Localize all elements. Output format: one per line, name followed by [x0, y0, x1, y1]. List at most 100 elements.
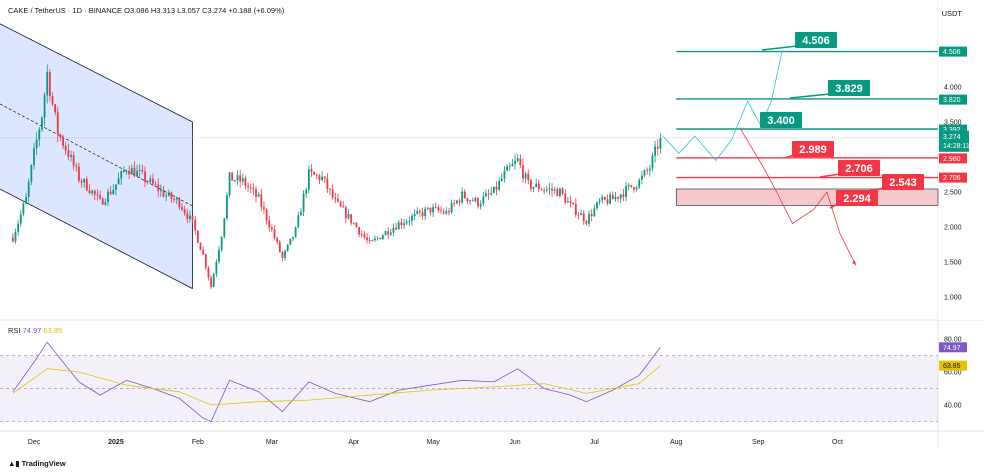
- candle-body: [434, 207, 437, 208]
- candle-body: [429, 207, 432, 213]
- candle-body: [358, 227, 360, 235]
- candle-body: [130, 167, 133, 175]
- candle-body: [548, 188, 551, 190]
- candle-body: [426, 207, 429, 209]
- candle-body: [543, 189, 545, 191]
- axis-level-tag: 2.706: [943, 175, 961, 182]
- rsi-ma-value: 63.85: [43, 326, 63, 335]
- candle-body: [445, 211, 448, 214]
- candle-body: [199, 242, 202, 250]
- candle-body: [545, 189, 548, 190]
- candle-body: [70, 155, 72, 157]
- rsi-label: RSI: [8, 326, 21, 335]
- candle-body: [22, 203, 25, 215]
- candle-body: [553, 189, 556, 191]
- tradingview-logo: ▲▮ TradingView: [8, 459, 66, 468]
- candle-body: [273, 229, 276, 238]
- candle-body: [122, 170, 125, 172]
- brand-text: TradingView: [21, 459, 66, 468]
- candle-body: [461, 191, 464, 203]
- candle-body: [392, 227, 395, 233]
- candle-body: [590, 214, 593, 217]
- candle-body: [286, 244, 289, 251]
- candle-body: [598, 200, 601, 203]
- candle-body: [149, 178, 152, 182]
- resistance-label: 3.829: [835, 83, 863, 95]
- candle-body: [416, 211, 419, 214]
- candle-body: [241, 178, 244, 182]
- candle-body: [30, 165, 33, 182]
- candle-body: [503, 170, 506, 179]
- time-axis-tick: Dec: [28, 439, 41, 446]
- candle-body: [559, 188, 561, 197]
- candle-body: [654, 146, 657, 156]
- support-zone: [675, 188, 939, 206]
- time-axis-tick: Sep: [752, 439, 765, 446]
- candle-body: [384, 231, 387, 236]
- candle-body: [93, 190, 96, 195]
- candle-body: [474, 197, 477, 202]
- candle-body: [99, 195, 101, 199]
- candle-body: [125, 170, 128, 172]
- candle-body: [572, 202, 575, 205]
- candle-body: [582, 213, 585, 222]
- axis-level-tag: 4.506: [943, 49, 961, 56]
- candle-body: [162, 189, 165, 197]
- candle-body: [498, 180, 501, 190]
- candle-body: [432, 207, 434, 213]
- candle-body: [614, 196, 617, 200]
- candle-body: [189, 215, 191, 219]
- candle-body: [109, 191, 112, 195]
- candle-body: [638, 179, 641, 188]
- candle-body: [368, 240, 371, 242]
- label-pointer: [819, 173, 841, 178]
- candle-body: [67, 150, 70, 157]
- candle-body: [495, 186, 498, 190]
- candle-body: [355, 222, 358, 228]
- candle-body: [305, 189, 308, 194]
- candle-body: [640, 175, 643, 180]
- candle-body: [556, 189, 559, 197]
- candle-body: [574, 204, 577, 215]
- candle-body: [566, 201, 569, 203]
- candle-body: [159, 189, 162, 192]
- candle-body: [400, 222, 403, 226]
- candle-body: [593, 208, 596, 217]
- candle-body: [181, 207, 183, 210]
- support-zone-label: 2.543: [889, 177, 917, 189]
- candle-body: [656, 146, 659, 149]
- candle-body: [609, 194, 612, 204]
- candle-body: [453, 202, 456, 204]
- support-zone-label: 2.294: [843, 193, 871, 205]
- candle-body: [281, 251, 284, 258]
- candle-body: [83, 179, 86, 183]
- candle-body: [492, 186, 495, 193]
- candle-body: [321, 176, 323, 181]
- time-axis-tick: May: [426, 439, 440, 446]
- candle-body: [226, 195, 228, 219]
- candle-body: [239, 175, 242, 182]
- candle-body: [231, 172, 234, 181]
- candle-body: [249, 187, 252, 189]
- candle-body: [117, 178, 120, 185]
- rsi-axis-tag: 63.85: [943, 363, 961, 370]
- chart-canvas: 4.506 3.829 3.400 2.989 2.706 2.543 2.294 4.000…: [0, 0, 984, 448]
- candle-body: [128, 170, 131, 175]
- candle-body: [411, 216, 413, 222]
- candle-body: [294, 227, 297, 237]
- candle-body: [374, 238, 376, 241]
- candle-body: [387, 231, 390, 235]
- candle-body: [463, 191, 466, 199]
- candle-body: [152, 178, 154, 184]
- time-axis-tick: Jul: [590, 439, 599, 446]
- candle-body: [635, 187, 638, 190]
- candle-body: [252, 188, 255, 190]
- candle-body: [183, 209, 186, 214]
- candle-body: [43, 95, 46, 118]
- candle-body: [601, 196, 604, 201]
- candle-body: [17, 223, 20, 233]
- candle-body: [522, 165, 524, 179]
- candle-body: [334, 197, 337, 199]
- candle-body: [302, 193, 305, 212]
- candle-body: [403, 223, 405, 226]
